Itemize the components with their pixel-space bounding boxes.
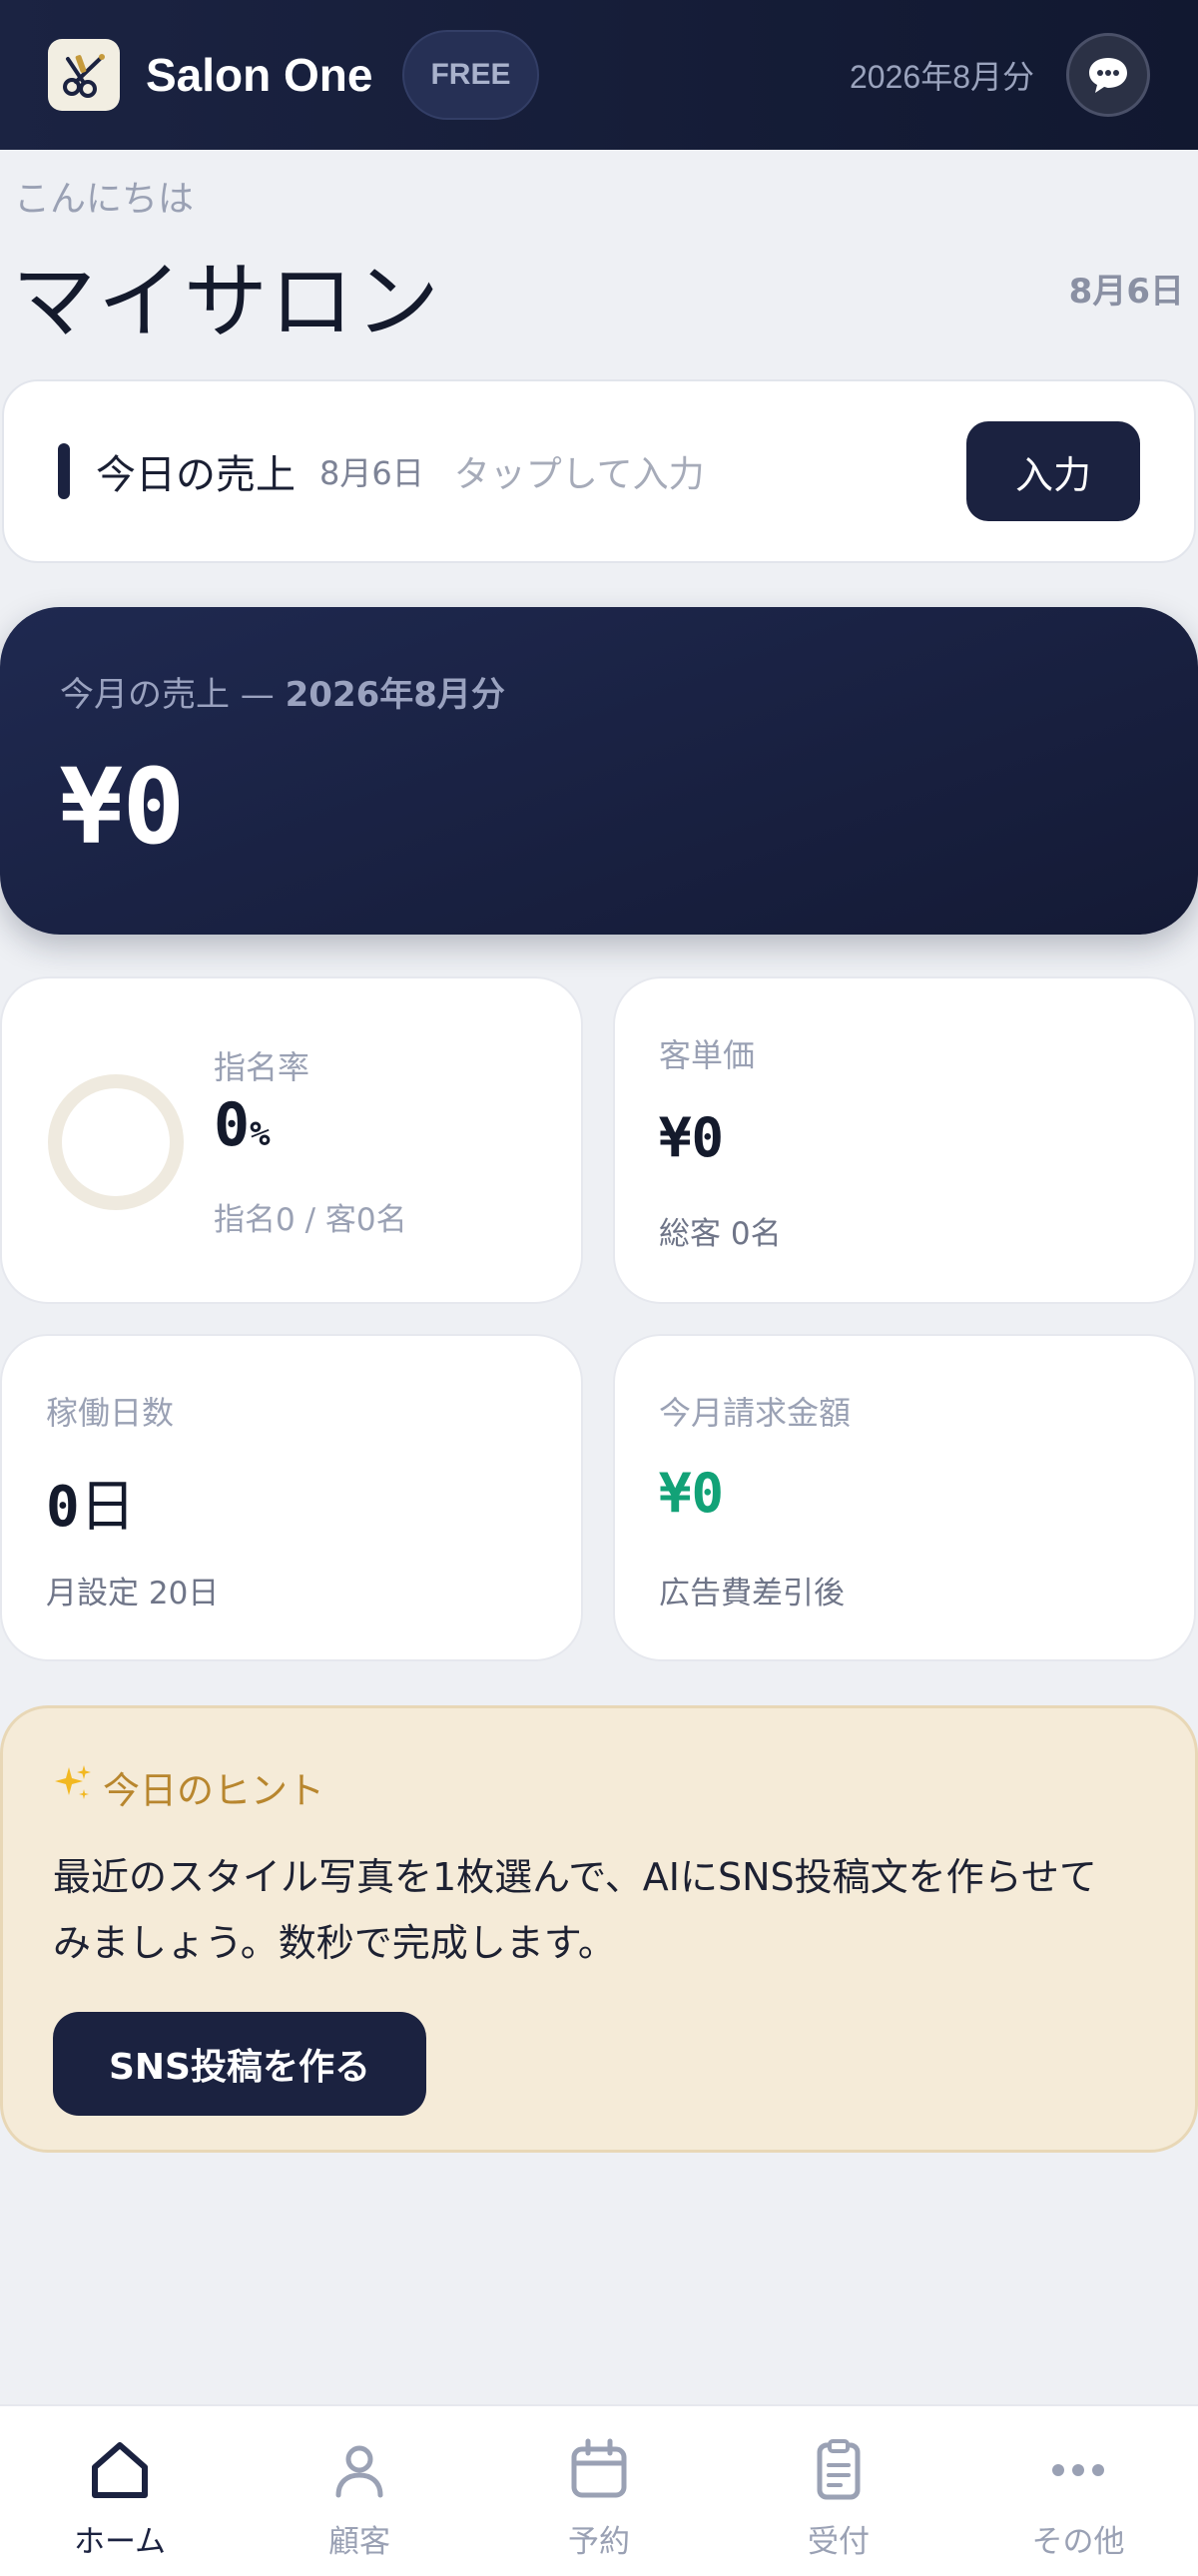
tip-title: 今日のヒント bbox=[103, 1769, 324, 1812]
scissors-comb-icon bbox=[63, 54, 105, 98]
nav-reservations-label: 予約 bbox=[568, 2524, 630, 2560]
app-header: Salon One FREE 2026年8月分 bbox=[0, 0, 1198, 150]
unit-price-sub: 総客 0名 bbox=[659, 1216, 782, 1252]
more-dots-icon bbox=[1052, 2464, 1104, 2476]
nav-more[interactable]: その他 bbox=[958, 2406, 1198, 2576]
nav-customers-label: 顧客 bbox=[328, 2524, 390, 2560]
unit-price-value: ¥0 bbox=[659, 1106, 725, 1169]
monthly-sales-amount: ¥0 bbox=[60, 746, 186, 868]
nomination-rate-number: 0 bbox=[214, 1090, 251, 1160]
speech-bubble-icon bbox=[1089, 58, 1127, 93]
nomination-rate-value: 0% bbox=[214, 1090, 271, 1160]
nomination-rate-card[interactable]: 指名率 0% 指名0 / 客0名 bbox=[0, 976, 583, 1304]
nomination-rate-sub: 指名0 / 客0名 bbox=[214, 1202, 407, 1238]
bottom-nav: ホーム 顧客 予約 受付 その他 bbox=[0, 2404, 1198, 2576]
home-icon bbox=[92, 2442, 148, 2498]
nav-customers[interactable]: 顧客 bbox=[240, 2406, 479, 2576]
nav-home[interactable]: ホーム bbox=[0, 2406, 240, 2576]
billing-label: 今月請求金額 bbox=[659, 1394, 852, 1432]
tip-title-row: 今日のヒント bbox=[53, 1760, 1145, 1814]
greeting-text: こんにちは bbox=[14, 179, 195, 220]
unit-price-card[interactable]: 客単価 ¥0 総客 0名 bbox=[613, 976, 1196, 1304]
work-days-sub: 月設定 20日 bbox=[46, 1576, 220, 1611]
tip-body-line-1: 最近のスタイル写真を1枚選んで、AIにSNS投稿文を作らせて bbox=[53, 1855, 1097, 1899]
billing-value: ¥0 bbox=[659, 1462, 725, 1525]
app-title: Salon One bbox=[146, 49, 373, 101]
unit-price-label: 客単価 bbox=[659, 1036, 756, 1074]
sparkles-icon bbox=[53, 1763, 93, 1812]
today-sales-date: 8月6日 bbox=[319, 454, 424, 492]
plan-badge[interactable]: FREE bbox=[402, 30, 539, 120]
today-sales-card[interactable]: 今日の売上 8月6日 タップして入力 入力 bbox=[2, 379, 1196, 563]
today-sales-hint: タップして入力 bbox=[453, 454, 705, 495]
nav-more-label: その他 bbox=[1031, 2524, 1125, 2560]
monthly-sales-label: 今月の売上 — 2026年8月分 bbox=[60, 667, 1138, 716]
create-sns-post-button[interactable]: SNS投稿を作る bbox=[53, 2012, 426, 2116]
billing-sub: 広告費差引後 bbox=[659, 1576, 845, 1611]
work-days-number: 0 bbox=[46, 1475, 80, 1540]
nomination-rate-unit: % bbox=[250, 1114, 271, 1154]
daily-tip-card: 今日のヒント 最近のスタイル写真を1枚選んで、AIにSNS投稿文を作らせて みま… bbox=[0, 1705, 1198, 2153]
today-sales-title: 今日の売上 bbox=[96, 452, 296, 498]
nav-home-label: ホーム bbox=[73, 2524, 167, 2560]
today-date: 8月6日 bbox=[1068, 272, 1184, 312]
nomination-ring bbox=[48, 1074, 184, 1210]
nomination-rate-label: 指名率 bbox=[214, 1048, 310, 1086]
accent-bar bbox=[58, 443, 70, 499]
input-button[interactable]: 入力 bbox=[966, 421, 1140, 521]
salon-name: マイサロン bbox=[12, 253, 442, 350]
billing-card[interactable]: 今月請求金額 ¥0 広告費差引後 bbox=[613, 1334, 1196, 1661]
tip-body-line-2: みましょう。数秒で完成します。 bbox=[53, 1921, 616, 1965]
nav-reception-label: 受付 bbox=[808, 2524, 870, 2560]
app-logo bbox=[48, 39, 120, 111]
nav-reservations[interactable]: 予約 bbox=[479, 2406, 719, 2576]
nav-reception[interactable]: 受付 bbox=[719, 2406, 958, 2576]
monthly-sales-card: 今月の売上 — 2026年8月分 ¥0 bbox=[0, 607, 1198, 935]
work-days-unit: 日 bbox=[79, 1475, 136, 1540]
clipboard-icon bbox=[817, 2439, 861, 2500]
work-days-card[interactable]: 稼働日数 0日 月設定 20日 bbox=[0, 1334, 583, 1661]
header-month: 2026年8月分 bbox=[850, 59, 1034, 95]
monthly-sales-label-prefix: 今月の売上 — bbox=[60, 675, 286, 715]
work-days-label: 稼働日数 bbox=[46, 1394, 175, 1432]
monthly-sales-label-month: 2026年8月分 bbox=[285, 675, 505, 715]
person-icon bbox=[335, 2445, 383, 2498]
tip-body: 最近のスタイル写真を1枚選んで、AIにSNS投稿文を作らせて みましょう。数秒で… bbox=[53, 1844, 1145, 1976]
calendar-icon bbox=[571, 2438, 627, 2498]
chat-button[interactable] bbox=[1066, 33, 1150, 117]
work-days-value: 0日 bbox=[46, 1462, 136, 1543]
